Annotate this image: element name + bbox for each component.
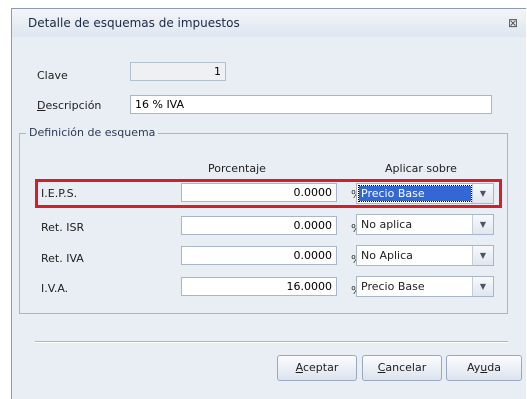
help-label-rest: da xyxy=(487,361,501,374)
ret-iva-apply-value: No Aplica xyxy=(361,249,413,262)
help-label-first: Ay xyxy=(466,361,481,374)
row-label-ret-isr: Ret. ISR xyxy=(41,221,85,234)
row-label-ret-iva: Ret. IVA xyxy=(41,252,84,265)
ret-isr-percentage-value: 0.0000 xyxy=(293,219,333,232)
row-highlight xyxy=(35,179,502,208)
separator xyxy=(35,341,508,343)
apply-column-header: Aplicar sobre xyxy=(385,162,457,175)
ret-iva-apply-select[interactable]: No Aplica ▼ xyxy=(356,245,494,266)
chevron-down-icon[interactable]: ▼ xyxy=(472,246,493,265)
ret-isr-percentage-field[interactable]: 0.0000 xyxy=(181,216,337,235)
ret-isr-apply-value: No aplica xyxy=(361,218,413,231)
row-label-iva: I.V.A. xyxy=(41,282,69,295)
percentage-column-header: Porcentaje xyxy=(208,162,266,175)
title-bar: Detalle de esquemas de impuestos ⊠ xyxy=(12,9,526,37)
descripcion-value: 16 % IVA xyxy=(135,98,185,111)
iva-percentage-value: 16.0000 xyxy=(286,280,333,293)
accept-button[interactable]: Aceptar xyxy=(277,355,357,381)
clave-value: 1 xyxy=(214,65,221,78)
descripcion-label: Descripción xyxy=(37,99,101,112)
cancel-label-rest: ancelar xyxy=(385,361,427,374)
scheme-group-title: Definición de esquema xyxy=(26,126,159,139)
iva-apply-select[interactable]: Precio Base ▼ xyxy=(356,276,494,297)
descripcion-field[interactable]: 16 % IVA xyxy=(130,95,492,114)
clave-field: 1 xyxy=(130,62,226,81)
iva-apply-value: Precio Base xyxy=(361,280,425,293)
clave-label: Clave xyxy=(37,69,68,82)
ret-isr-apply-select[interactable]: No aplica ▼ xyxy=(356,214,494,235)
accept-label-rest: ceptar xyxy=(302,361,339,374)
ret-iva-percentage-field[interactable]: 0.0000 xyxy=(181,246,337,265)
chevron-down-icon[interactable]: ▼ xyxy=(472,215,493,234)
ret-iva-percentage-value: 0.0000 xyxy=(293,249,333,262)
descripcion-label-rest: escripción xyxy=(45,99,102,112)
dialog-title: Detalle de esquemas de impuestos xyxy=(28,16,240,30)
cancel-button[interactable]: Cancelar xyxy=(362,355,442,381)
chevron-down-icon[interactable]: ▼ xyxy=(472,277,493,296)
help-button[interactable]: Ayuda xyxy=(446,355,522,381)
iva-percentage-field[interactable]: 16.0000 xyxy=(181,277,337,296)
close-icon[interactable]: ⊠ xyxy=(506,16,520,30)
accept-mnemonic: A xyxy=(295,361,303,374)
